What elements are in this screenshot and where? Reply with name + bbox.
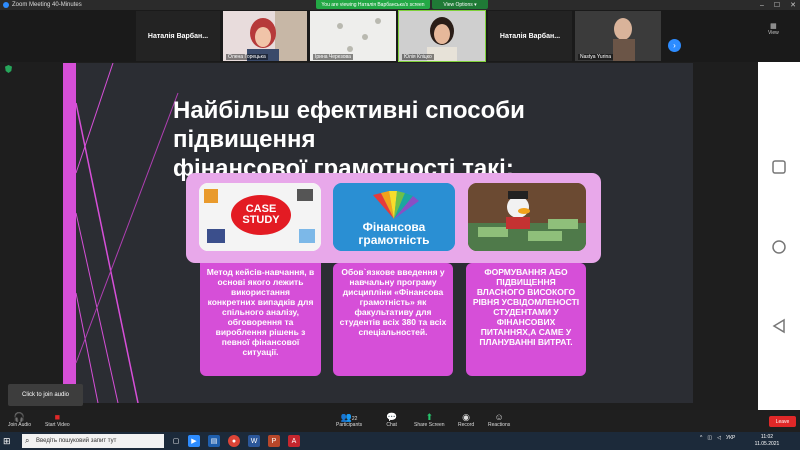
leave-button[interactable]: Leave xyxy=(769,416,796,427)
minimize-icon[interactable]: – xyxy=(760,2,764,9)
taskbar-search-input[interactable]: ⌕ Введіть пошуковий запит тут xyxy=(22,434,164,448)
participant-name: Олена Горецька xyxy=(226,54,268,60)
window-controls: – ☐ ✕ xyxy=(760,0,796,10)
participant-tile[interactable]: Наталія Варбан... xyxy=(488,11,572,61)
financial-literacy-label: Фінансова грамотність xyxy=(358,220,430,247)
slide-title-line: Найбільш ефективні способи підвищення xyxy=(173,97,525,153)
meeting-toolbar: 🎧 Join Audio ■ Start Video 👥22 Participa… xyxy=(0,410,800,432)
reactions-button[interactable]: ☺ Reactions xyxy=(488,412,510,428)
participant-tile-active[interactable]: Юлія Кліцко xyxy=(398,10,486,62)
join-audio-button[interactable]: 🎧 Join Audio xyxy=(8,412,31,428)
viewing-banner: You are viewing Наталія Варбанська's scr… xyxy=(316,0,430,9)
money-cartoon-image xyxy=(468,183,586,251)
view-label: View xyxy=(768,30,779,36)
pdf-icon[interactable]: A xyxy=(288,435,300,447)
recent-apps-icon[interactable] xyxy=(771,159,787,175)
home-icon[interactable] xyxy=(771,239,787,255)
zoom-app-icon[interactable]: ▶ xyxy=(188,435,200,447)
participant-name: Наталія Варбан... xyxy=(499,32,561,40)
financial-literacy-image: Фінансова грамотність xyxy=(333,183,455,251)
participant-name: Nastya Yurina xyxy=(578,54,614,60)
chrome-icon[interactable]: ● xyxy=(228,435,240,447)
grid-icon: ▦ xyxy=(770,23,777,30)
headphones-icon: 🎧 xyxy=(13,412,26,422)
join-audio-tooltip[interactable]: Click to join audio xyxy=(8,384,83,406)
task-view-icon[interactable]: ▢ xyxy=(170,435,182,447)
participant-tile[interactable]: Ірина Черезова xyxy=(310,11,396,61)
chat-button[interactable]: 💬 Chat xyxy=(386,412,397,428)
description-card: Обов`язкове введення у навчальну програм… xyxy=(333,263,453,376)
video-off-icon: ■ xyxy=(54,412,61,422)
participants-icon: 👥22 xyxy=(340,412,358,422)
windows-taskbar: ⊞ ⌕ Введіть пошуковий запит тут ▢ ▶ ▤ ● … xyxy=(0,432,800,450)
share-screen-icon: ⬆ xyxy=(425,412,434,422)
description-card: Метод кейсів-навчання, в основі якого ле… xyxy=(200,263,321,376)
network-icon[interactable]: ◫ xyxy=(707,435,712,441)
participants-button[interactable]: 👥22 Participants xyxy=(336,412,362,428)
slide-title: Найбільш ефективні способи підвищення фі… xyxy=(173,96,653,183)
chevron-up-icon[interactable]: ^ xyxy=(700,435,702,441)
share-screen-button[interactable]: ⬆ Share Screen xyxy=(414,412,445,428)
chat-icon: 💬 xyxy=(386,412,398,422)
record-button[interactable]: ◉ Record xyxy=(458,412,474,428)
participant-tile[interactable]: Наталія Варбан... xyxy=(136,11,220,61)
volume-icon[interactable]: ◁ xyxy=(717,435,721,441)
taskbar-clock[interactable]: 11:02 11.05.2021 xyxy=(750,434,784,448)
start-video-button[interactable]: ■ Start Video xyxy=(45,412,70,428)
case-study-label: CASE STUDY xyxy=(231,195,291,235)
android-nav-bar xyxy=(758,62,800,410)
description-card: ФОРМУВАННЯ АБО ПІДВИЩЕННЯ ВЛАСНОГО ВИСОК… xyxy=(466,263,586,376)
close-icon[interactable]: ✕ xyxy=(790,1,796,9)
file-explorer-icon[interactable]: ▤ xyxy=(208,435,220,447)
participant-name: Наталія Варбан... xyxy=(147,32,209,40)
search-icon: ⌕ xyxy=(25,436,30,445)
shared-screen: Найбільш ефективні способи підвищення фі… xyxy=(0,62,758,410)
view-layout-button[interactable]: ▦ View xyxy=(768,22,779,36)
next-page-icon[interactable]: › xyxy=(668,39,681,52)
record-icon: ◉ xyxy=(462,412,470,422)
participant-gallery: Наталія Варбан... Олена Горецька Ірина Ч… xyxy=(0,10,800,62)
language-indicator[interactable]: УКР xyxy=(726,435,735,441)
windows-start-icon[interactable]: ⊞ xyxy=(3,436,13,446)
word-icon[interactable]: W xyxy=(248,435,260,447)
zoom-logo-icon xyxy=(3,2,9,8)
maximize-icon[interactable]: ☐ xyxy=(774,1,780,9)
case-study-image: CASE STUDY xyxy=(199,183,321,251)
system-tray: ^ ◫ ◁ УКР xyxy=(700,435,735,441)
participant-tile[interactable]: Nastya Yurina xyxy=(575,11,661,61)
participant-name: Юлія Кліцко xyxy=(402,54,434,60)
presentation-slide: Найбільш ефективні способи підвищення фі… xyxy=(63,63,693,403)
participant-tile[interactable]: Олена Горецька xyxy=(223,11,307,61)
back-icon[interactable] xyxy=(771,318,787,334)
window-title: Zoom Meeting 40-Minutes xyxy=(12,2,82,8)
participant-name: Ірина Черезова xyxy=(313,54,353,60)
reactions-icon: ☺ xyxy=(494,412,504,422)
view-options-button[interactable]: View Options ▾ xyxy=(432,0,488,9)
powerpoint-icon[interactable]: P xyxy=(268,435,280,447)
shield-icon xyxy=(5,65,12,73)
